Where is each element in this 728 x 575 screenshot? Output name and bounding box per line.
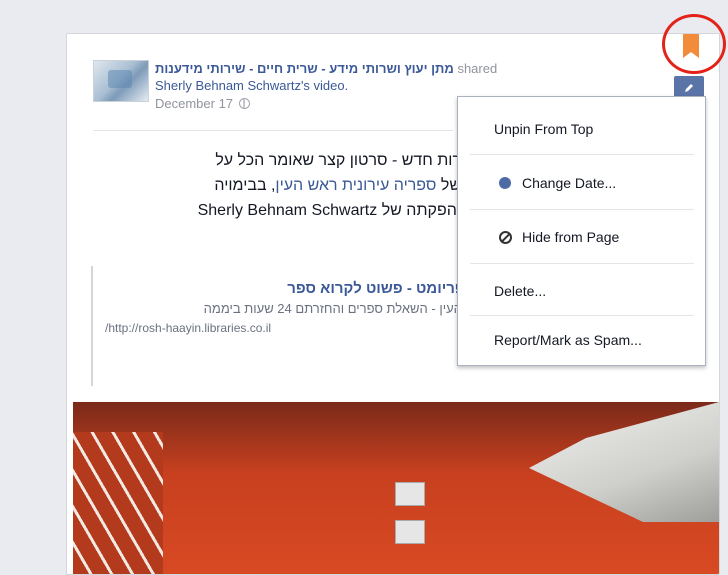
link-preview-url: /http://rosh-haayin.libraries.co.il (105, 321, 272, 335)
post-date[interactable]: December 17 (155, 96, 233, 111)
highlight-circle (662, 14, 726, 74)
menu-item-hide[interactable]: Hide from Page (458, 229, 693, 245)
pencil-icon (685, 84, 693, 92)
block-icon (499, 231, 512, 244)
person-name: Sherly Behnam Schwartz (197, 202, 378, 219)
locker-label (395, 482, 425, 506)
post-text: רות חדש - סרטון קצר שאומר הכל על של ספרי… (81, 148, 461, 223)
shared-video-link[interactable]: Sherly Behnam Schwartz's video. (155, 78, 715, 93)
menu-separator (470, 315, 694, 316)
menu-item-label: Hide from Page (522, 229, 620, 245)
post-author-row: מתן יעוץ ושרותי מידע - שרית חיים - שירות… (155, 61, 715, 76)
menu-separator (470, 209, 694, 210)
post-text-fragment: והפקתה של (381, 202, 461, 219)
post-text-line-3: והפקתה של Sherly Behnam Schwartz (81, 198, 461, 223)
header-divider (93, 130, 453, 131)
link-preview-description: ש העין - השאלת ספרים והחזרתם 24 שעות בימ… (203, 301, 475, 316)
window-grille (73, 432, 163, 574)
clock-icon (499, 177, 511, 189)
menu-item-unpin[interactable]: Unpin From Top (458, 121, 693, 137)
menu-item-report-spam[interactable]: Report/Mark as Spam... (458, 332, 693, 348)
menu-item-change-date[interactable]: Change Date... (458, 175, 693, 191)
locker-label (395, 520, 425, 544)
menu-item-label: Unpin From Top (494, 121, 594, 137)
globe-icon[interactable] (239, 98, 251, 109)
link-preview-title[interactable]: ספריומט - פשוט לקרוא ספר (105, 280, 475, 297)
page-avatar[interactable] (93, 60, 149, 102)
menu-item-delete[interactable]: Delete... (458, 283, 693, 299)
video-thumbnail[interactable] (73, 402, 719, 574)
shared-word: shared (457, 61, 498, 76)
menu-item-label: Change Date... (522, 175, 617, 191)
roof-overhang (529, 402, 719, 522)
page-name-link[interactable]: מתן יעוץ ושרותי מידע - שרית חיים - שירות… (155, 61, 454, 76)
post-text-fragment: , בבימויה (214, 177, 276, 194)
post-text-line-2: של ספריה עירונית ראש העין, בבימויה (81, 173, 461, 198)
link-preview[interactable]: ספריומט - פשוט לקרוא ספר ש העין - השאלת … (91, 266, 475, 386)
library-page-link[interactable]: ספריה עירונית ראש העין (275, 177, 436, 194)
menu-separator (470, 263, 694, 264)
menu-item-label: Delete... (494, 283, 547, 299)
menu-separator (470, 154, 694, 155)
menu-item-label: Report/Mark as Spam... (494, 332, 642, 348)
post-options-menu: Unpin From Top Change Date... Hide from … (457, 96, 706, 366)
post-text-line-1: רות חדש - סרטון קצר שאומר הכל על (215, 152, 461, 169)
